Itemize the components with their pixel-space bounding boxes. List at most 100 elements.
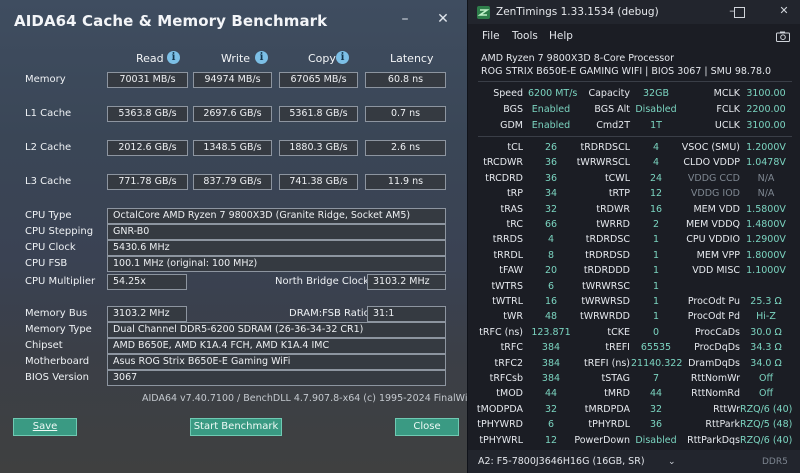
timing-label: MEM VDD	[693, 203, 740, 215]
chipset-label: Chipset	[25, 340, 63, 351]
cpu-multiplier-value: 54.25x	[107, 274, 187, 290]
field-value: 3100.00	[746, 88, 786, 99]
timing-value: Off	[758, 388, 774, 400]
cpu-multiplier-label: CPU Multiplier	[25, 276, 96, 287]
timing-label: tPHYRDL	[588, 419, 630, 431]
copyright-footer: AIDA64 v7.40.7100 / BenchDLL 4.7.907.8-x…	[142, 393, 499, 404]
cpu-fsb-label: CPU FSB	[25, 258, 68, 269]
timing-label: tRAS	[500, 203, 523, 215]
info-icon[interactable]: i	[336, 51, 349, 64]
timing-label: ProcCaDs	[694, 326, 740, 338]
timing-label: MEM VDDQ	[685, 219, 740, 230]
menu-help[interactable]: Help	[549, 30, 573, 42]
zentimings-logo-icon	[477, 6, 490, 19]
info-icon[interactable]: i	[255, 51, 268, 64]
cpu-type-label: CPU Type	[25, 210, 72, 221]
timing-value: 25.3 Ω	[750, 296, 782, 307]
timing-value: 1.2000V	[746, 142, 786, 153]
field-value: 3100.00	[746, 120, 786, 131]
dram-fsb-ratio-label: DRAM:FSB Ratio	[289, 308, 370, 319]
timing-label: tRP	[506, 188, 523, 200]
motherboard-value: Asus ROG Strix B650E-E Gaming WiFi	[107, 354, 446, 370]
field-label: BGS Alt	[594, 104, 630, 115]
timing-label: VSOC (SMU)	[681, 142, 740, 153]
latency-value: 11.9 ns	[365, 174, 446, 190]
timing-value: 1.4800V	[746, 219, 786, 230]
timing-value: RZQ/6 (40)	[740, 403, 793, 415]
timing-label: DramDqDs	[688, 357, 740, 369]
menu-file[interactable]: File	[482, 30, 500, 42]
divider	[478, 81, 792, 82]
aida64-window: AIDA64 Cache & Memory Benchmark – ✕ Read…	[0, 0, 498, 473]
timing-label: tMODPDA	[476, 403, 523, 415]
memory-bus-label: Memory Bus	[25, 308, 88, 319]
field-label: Speed	[493, 88, 523, 99]
field-label: UCLK	[714, 120, 740, 131]
chevron-down-icon: ⌄	[668, 457, 676, 467]
chipset-value: AMD B650E, AMD K1A.4 FCH, AMD K1A.4 IMC	[107, 338, 446, 354]
save-button[interactable]: Save	[13, 418, 77, 436]
row-label: L2 Cache	[25, 142, 72, 153]
timing-label: VDDG CCD	[687, 172, 740, 184]
dimm-selected-value: A2: F5-7800J3646H16G (16GB, SR)	[478, 456, 645, 467]
divider	[478, 136, 792, 137]
timing-label: tRRDS	[492, 234, 523, 246]
field-label: GDM	[500, 120, 523, 131]
menu-tools[interactable]: Tools	[512, 30, 538, 42]
timing-value: Off	[758, 373, 774, 384]
timing-value: N/A	[757, 188, 775, 200]
row-label: Memory	[25, 74, 66, 85]
timing-label: tRDRDSD	[585, 249, 630, 261]
timing-value: Hi-Z	[756, 311, 776, 323]
header-latency: Latency	[390, 52, 434, 65]
close-button[interactable]: Close	[395, 418, 459, 436]
cpu-name: AMD Ryzen 7 9800X3D 8-Core Processor	[481, 53, 674, 64]
timing-label: CLDO VDDP	[683, 157, 740, 169]
timing-label: tRCDRD	[485, 172, 523, 184]
save-button-label: Save	[32, 421, 58, 432]
timing-value: 1.0478V	[746, 157, 786, 169]
timing-label: RttNomWr	[690, 373, 740, 384]
timing-label: tWRWRDD	[580, 311, 630, 323]
memory-type-value: Dual Channel DDR5-6200 SDRAM (26-36-34-3…	[107, 322, 446, 338]
timing-label: ProcOdt Pu	[687, 296, 740, 307]
timing-value: N/A	[757, 172, 775, 184]
minimize-button[interactable]: –	[391, 8, 419, 30]
timing-label: VDDG IOD	[690, 188, 740, 200]
dimm-select[interactable]: A2: F5-7800J3646H16G (16GB, SR) ⌄	[478, 454, 678, 470]
write-value: 94974 MB/s	[193, 72, 272, 88]
timing-label: tREFI (ns)	[584, 357, 630, 369]
timing-label: tRFCsb	[489, 373, 523, 384]
cpu-clock-label: CPU Clock	[25, 242, 76, 253]
timing-label: PowerDown	[574, 434, 630, 446]
info-icon[interactable]: i	[167, 51, 180, 64]
write-value: 837.79 GB/s	[193, 174, 272, 190]
field-label: FCLK	[716, 104, 740, 115]
read-value: 5363.8 GB/s	[107, 106, 188, 122]
bios-version-label: BIOS Version	[25, 372, 89, 383]
window-title: AIDA64 Cache & Memory Benchmark	[14, 12, 328, 30]
read-value: 2012.6 GB/s	[107, 140, 188, 156]
timing-value: RZQ/6 (40)	[740, 434, 793, 446]
timing-label: tCWL	[604, 172, 630, 184]
latency-value: 2.6 ns	[365, 140, 446, 156]
close-icon[interactable]: ✕	[429, 8, 457, 30]
row-label: L1 Cache	[25, 108, 72, 119]
timing-label: tRDRDDD	[583, 265, 630, 277]
copy-value: 1880.3 GB/s	[279, 140, 358, 156]
screenshot-camera-icon[interactable]	[776, 31, 790, 42]
zentimings-titlebar: ZenTimings 1.33.1534 (debug) – ✕	[468, 0, 800, 24]
cpu-type-value: OctalCore AMD Ryzen 7 9800X3D (Granite R…	[107, 208, 446, 224]
field-label: Capacity	[588, 88, 630, 99]
field-label: MCLK	[713, 88, 740, 99]
timing-label: tRRDL	[493, 249, 523, 261]
timing-label: tWRWRSD	[581, 296, 630, 307]
memory-type-label: DDR5	[762, 457, 788, 467]
timing-label: tCL	[507, 142, 523, 153]
start-benchmark-button[interactable]: Start Benchmark	[190, 418, 282, 436]
timing-label: CPU VDDIO	[686, 234, 740, 246]
close-icon[interactable]: ✕	[774, 4, 794, 17]
timing-label: MEM VPP	[696, 249, 740, 261]
copy-value: 67065 MB/s	[279, 72, 358, 88]
window-title: ZenTimings 1.33.1534 (debug)	[496, 6, 659, 18]
